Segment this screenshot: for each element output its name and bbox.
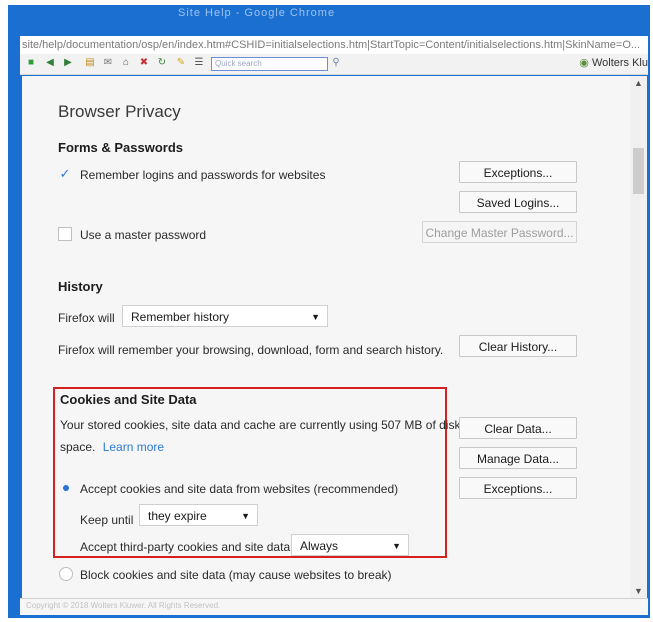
vertical-scrollbar[interactable]: ▲ ▼: [630, 76, 647, 598]
page-title: Browser Privacy: [58, 102, 181, 121]
back-icon[interactable]: ◀: [44, 57, 56, 69]
remember-logins-checkbox[interactable]: ✓: [58, 167, 72, 181]
scroll-down-icon[interactable]: ▼: [630, 584, 647, 598]
keep-until-label: Keep until: [80, 513, 134, 527]
firefox-will-label: Firefox will: [58, 311, 115, 325]
glossary-icon[interactable]: ☰: [193, 57, 205, 69]
help-toolbar: ■ ◀ ▶ ▤ ✉ ⌂ ✖ ↻ ✎ ☰ Quick search ⚲ ◉ Wol…: [20, 54, 648, 75]
scroll-thumb[interactable]: [633, 148, 644, 194]
master-password-checkbox[interactable]: [58, 227, 72, 241]
forms-heading: Forms & Passwords: [58, 140, 183, 155]
accept-cookies-radio[interactable]: [59, 481, 73, 495]
window-title: Site Help - Google Chrome: [178, 7, 336, 19]
highlight-icon[interactable]: ✎: [175, 57, 187, 69]
search-go-icon[interactable]: ⚲: [330, 57, 342, 69]
cookies-usage-continuation: space.: [60, 440, 96, 454]
cookies-highlight-box: [53, 387, 447, 558]
brand-name: Wolters Klu: [591, 57, 648, 69]
learn-more-link[interactable]: Learn more: [103, 440, 164, 454]
cookies-usage-text: Your stored cookies, site data and cache…: [60, 418, 461, 432]
master-password-label: Use a master password: [80, 228, 207, 242]
radio-selected-dot: [63, 485, 69, 491]
keep-until-value: they expire: [148, 509, 207, 523]
cookie-exceptions-button[interactable]: Exceptions...: [459, 477, 577, 499]
refresh-icon[interactable]: ↻: [156, 57, 168, 69]
manage-data-button[interactable]: Manage Data...: [459, 447, 577, 469]
scroll-up-icon[interactable]: ▲: [630, 76, 647, 90]
footer-copyright: Copyright © 2018 Wolters Kluwer. All Rig…: [26, 601, 221, 610]
chevron-down-icon: ▼: [311, 312, 320, 322]
history-heading: History: [58, 279, 103, 294]
third-party-label: Accept third-party cookies and site data: [80, 540, 291, 554]
stop-icon[interactable]: ✖: [138, 57, 150, 69]
footer-bar: Copyright © 2018 Wolters Kluwer. All Rig…: [20, 598, 648, 615]
saved-logins-button[interactable]: Saved Logins...: [459, 191, 577, 213]
history-mode-value: Remember history: [131, 310, 230, 324]
chevron-down-icon: ▼: [241, 511, 250, 521]
remember-logins-label: Remember logins and passwords for websit…: [80, 168, 326, 182]
keep-until-select[interactable]: they expire ▼: [139, 504, 258, 526]
print-icon[interactable]: ▤: [84, 57, 96, 69]
privacy-settings-panel: Browser Privacy Forms & Passwords ✓ Reme…: [22, 76, 630, 598]
globe-icon: ◉: [579, 57, 589, 69]
brand-logo: ◉ Wolters Klu: [579, 56, 648, 69]
third-party-value: Always: [300, 539, 339, 553]
chevron-down-icon: ▼: [392, 541, 401, 551]
third-party-select[interactable]: Always ▼: [291, 534, 409, 556]
address-bar[interactable]: site/help/documentation/osp/en/index.htm…: [20, 36, 648, 54]
block-cookies-radio[interactable]: [59, 567, 73, 581]
quick-search-input[interactable]: Quick search: [211, 57, 328, 71]
clear-history-button[interactable]: Clear History...: [459, 335, 577, 357]
email-icon[interactable]: ✉: [102, 57, 114, 69]
home-icon[interactable]: ⌂: [120, 57, 132, 69]
clear-data-button[interactable]: Clear Data...: [459, 417, 577, 439]
history-mode-select[interactable]: Remember history ▼: [122, 305, 328, 327]
forward-icon[interactable]: ▶: [62, 57, 74, 69]
accept-cookies-label: Accept cookies and site data from websit…: [80, 482, 399, 496]
cookies-usage-text-2: space. Learn more: [60, 440, 164, 454]
password-exceptions-button[interactable]: Exceptions...: [459, 161, 577, 183]
toc-icon[interactable]: ■: [25, 57, 37, 69]
change-master-password-button[interactable]: Change Master Password...: [422, 221, 577, 243]
block-cookies-label: Block cookies and site data (may cause w…: [80, 568, 392, 582]
cookies-heading: Cookies and Site Data: [60, 392, 197, 407]
history-description: Firefox will remember your browsing, dow…: [58, 343, 444, 357]
